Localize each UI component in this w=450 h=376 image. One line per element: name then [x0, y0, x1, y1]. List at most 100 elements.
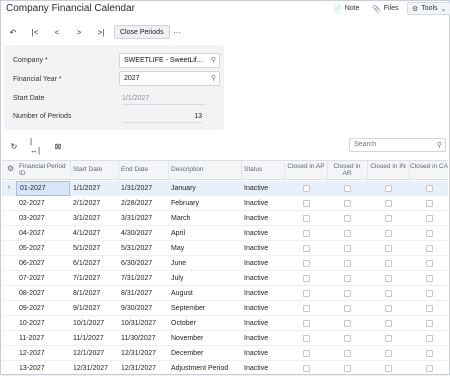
last-record-icon[interactable]: >|: [94, 25, 108, 39]
description-cell[interactable]: December: [171, 350, 203, 357]
start-date-cell[interactable]: 9/1/2027: [73, 305, 100, 312]
closed-ca-checkbox[interactable]: [426, 185, 433, 192]
status-cell[interactable]: Inactive: [244, 200, 268, 207]
description-cell[interactable]: May: [171, 245, 184, 252]
description-cell[interactable]: September: [171, 305, 205, 312]
closed-ap-checkbox[interactable]: [303, 185, 310, 192]
closed-ca-checkbox[interactable]: [426, 350, 433, 357]
description-cell[interactable]: June: [171, 260, 186, 267]
start-date-cell[interactable]: 5/1/2027: [73, 245, 100, 252]
status-cell[interactable]: Inactive: [244, 365, 268, 372]
undo-icon[interactable]: ↶: [6, 25, 20, 39]
end-date-cell[interactable]: 6/30/2027: [121, 260, 152, 267]
closed-in-checkbox[interactable]: [385, 245, 392, 252]
period-id-cell[interactable]: 10-2027: [19, 320, 45, 327]
closed-ap-checkbox[interactable]: [303, 200, 310, 207]
end-date-cell[interactable]: 1/31/2027: [121, 185, 152, 192]
closed-ap-checkbox[interactable]: [303, 275, 310, 282]
company-field[interactable]: SWEETLIFE - SweetLif... ⚲: [119, 53, 220, 68]
close-periods-button[interactable]: Close Periods: [114, 25, 170, 39]
closed-in-checkbox[interactable]: [385, 305, 392, 312]
period-id-cell[interactable]: 09-2027: [19, 305, 45, 312]
closed-ar-checkbox[interactable]: [344, 185, 351, 192]
closed-in-checkbox[interactable]: [385, 275, 392, 282]
col-header-closed-ca[interactable]: Closed in CA: [410, 163, 448, 170]
start-date-cell[interactable]: 8/1/2027: [73, 290, 100, 297]
closed-ap-checkbox[interactable]: [303, 290, 310, 297]
end-date-cell[interactable]: 2/28/2027: [121, 200, 152, 207]
closed-ca-checkbox[interactable]: [426, 320, 433, 327]
closed-in-checkbox[interactable]: [385, 200, 392, 207]
closed-ap-checkbox[interactable]: [303, 260, 310, 267]
start-date-cell[interactable]: 6/1/2027: [73, 260, 100, 267]
description-cell[interactable]: January: [171, 185, 196, 192]
closed-ap-checkbox[interactable]: [303, 320, 310, 327]
fit-columns-icon[interactable]: |↔|: [30, 137, 42, 155]
period-id-cell[interactable]: 05-2027: [19, 245, 45, 252]
tools-button[interactable]: ⚙ Tools ⌄: [407, 2, 450, 15]
period-id-cell[interactable]: 06-2027: [19, 260, 45, 267]
status-cell[interactable]: Inactive: [244, 305, 268, 312]
table-row[interactable]: 10-2027 10/1/2027 10/31/2027 October Inactiv…: [2, 316, 448, 331]
description-cell[interactable]: February: [171, 200, 199, 207]
closed-ca-checkbox[interactable]: [426, 275, 433, 282]
closed-ar-checkbox[interactable]: [344, 335, 351, 342]
period-id-cell[interactable]: 01-2027: [16, 181, 70, 196]
end-date-cell[interactable]: 7/31/2027: [121, 275, 152, 282]
end-date-cell[interactable]: 9/30/2027: [121, 305, 152, 312]
end-date-cell[interactable]: 11/30/2027: [121, 335, 156, 342]
status-cell[interactable]: Inactive: [244, 215, 268, 222]
closed-ar-checkbox[interactable]: [344, 260, 351, 267]
start-date-cell[interactable]: 10/1/2027: [73, 320, 104, 327]
start-date-cell[interactable]: 12/31/2027: [73, 365, 108, 372]
closed-in-checkbox[interactable]: [385, 350, 392, 357]
end-date-cell[interactable]: 5/31/2027: [121, 245, 152, 252]
col-header-end-date[interactable]: End Date: [121, 166, 148, 173]
status-cell[interactable]: Inactive: [244, 245, 268, 252]
closed-ar-checkbox[interactable]: [344, 275, 351, 282]
description-cell[interactable]: Adjustment Period: [171, 365, 228, 372]
period-id-cell[interactable]: 07-2027: [19, 275, 45, 282]
col-header-status[interactable]: Status: [244, 166, 262, 173]
search-icon[interactable]: ⚲: [211, 74, 216, 82]
table-row[interactable]: 13-2027 12/31/2027 12/31/2027 Adjustment Pe…: [2, 361, 448, 376]
table-row[interactable]: 09-2027 9/1/2027 9/30/2027 September Inactiv…: [2, 301, 448, 316]
closed-in-checkbox[interactable]: [385, 215, 392, 222]
period-id-cell[interactable]: 12-2027: [19, 350, 45, 357]
description-cell[interactable]: April: [171, 230, 185, 237]
financial-year-field[interactable]: 2027 ⚲: [119, 71, 220, 86]
grid-search[interactable]: ⚲: [349, 138, 446, 152]
period-id-cell[interactable]: 03-2027: [19, 215, 45, 222]
closed-ap-checkbox[interactable]: [303, 215, 310, 222]
end-date-cell[interactable]: 8/31/2027: [121, 290, 152, 297]
export-excel-icon[interactable]: ⊠: [52, 140, 64, 152]
table-row[interactable]: 11-2027 11/1/2027 11/30/2027 November Inacti…: [2, 331, 448, 346]
status-cell[interactable]: Inactive: [244, 290, 268, 297]
col-header-description[interactable]: Description: [171, 166, 204, 173]
status-cell[interactable]: Inactive: [244, 320, 268, 327]
description-cell[interactable]: August: [171, 290, 193, 297]
description-cell[interactable]: October: [171, 320, 196, 327]
end-date-cell[interactable]: 4/30/2027: [121, 230, 152, 237]
closed-ca-checkbox[interactable]: [426, 200, 433, 207]
closed-ar-checkbox[interactable]: [344, 230, 351, 237]
closed-ar-checkbox[interactable]: [344, 215, 351, 222]
start-date-cell[interactable]: 7/1/2027: [73, 275, 100, 282]
status-cell[interactable]: Inactive: [244, 185, 268, 192]
refresh-icon[interactable]: ↻: [8, 140, 20, 152]
closed-ar-checkbox[interactable]: [344, 320, 351, 327]
col-header-closed-ap[interactable]: Closed in AP: [286, 163, 326, 170]
start-date-cell[interactable]: 3/1/2027: [73, 215, 100, 222]
closed-in-checkbox[interactable]: [385, 290, 392, 297]
closed-ca-checkbox[interactable]: [426, 365, 433, 372]
closed-ca-checkbox[interactable]: [426, 230, 433, 237]
period-id-cell[interactable]: 13-2027: [19, 365, 45, 372]
period-id-cell[interactable]: 08-2027: [19, 290, 45, 297]
files-button[interactable]: 📎 Files: [372, 2, 399, 15]
search-input[interactable]: [350, 139, 430, 150]
closed-ar-checkbox[interactable]: [344, 245, 351, 252]
closed-ca-checkbox[interactable]: [426, 260, 433, 267]
closed-ca-checkbox[interactable]: [426, 305, 433, 312]
previous-record-icon[interactable]: <: [50, 25, 64, 39]
status-cell[interactable]: Inactive: [244, 335, 268, 342]
